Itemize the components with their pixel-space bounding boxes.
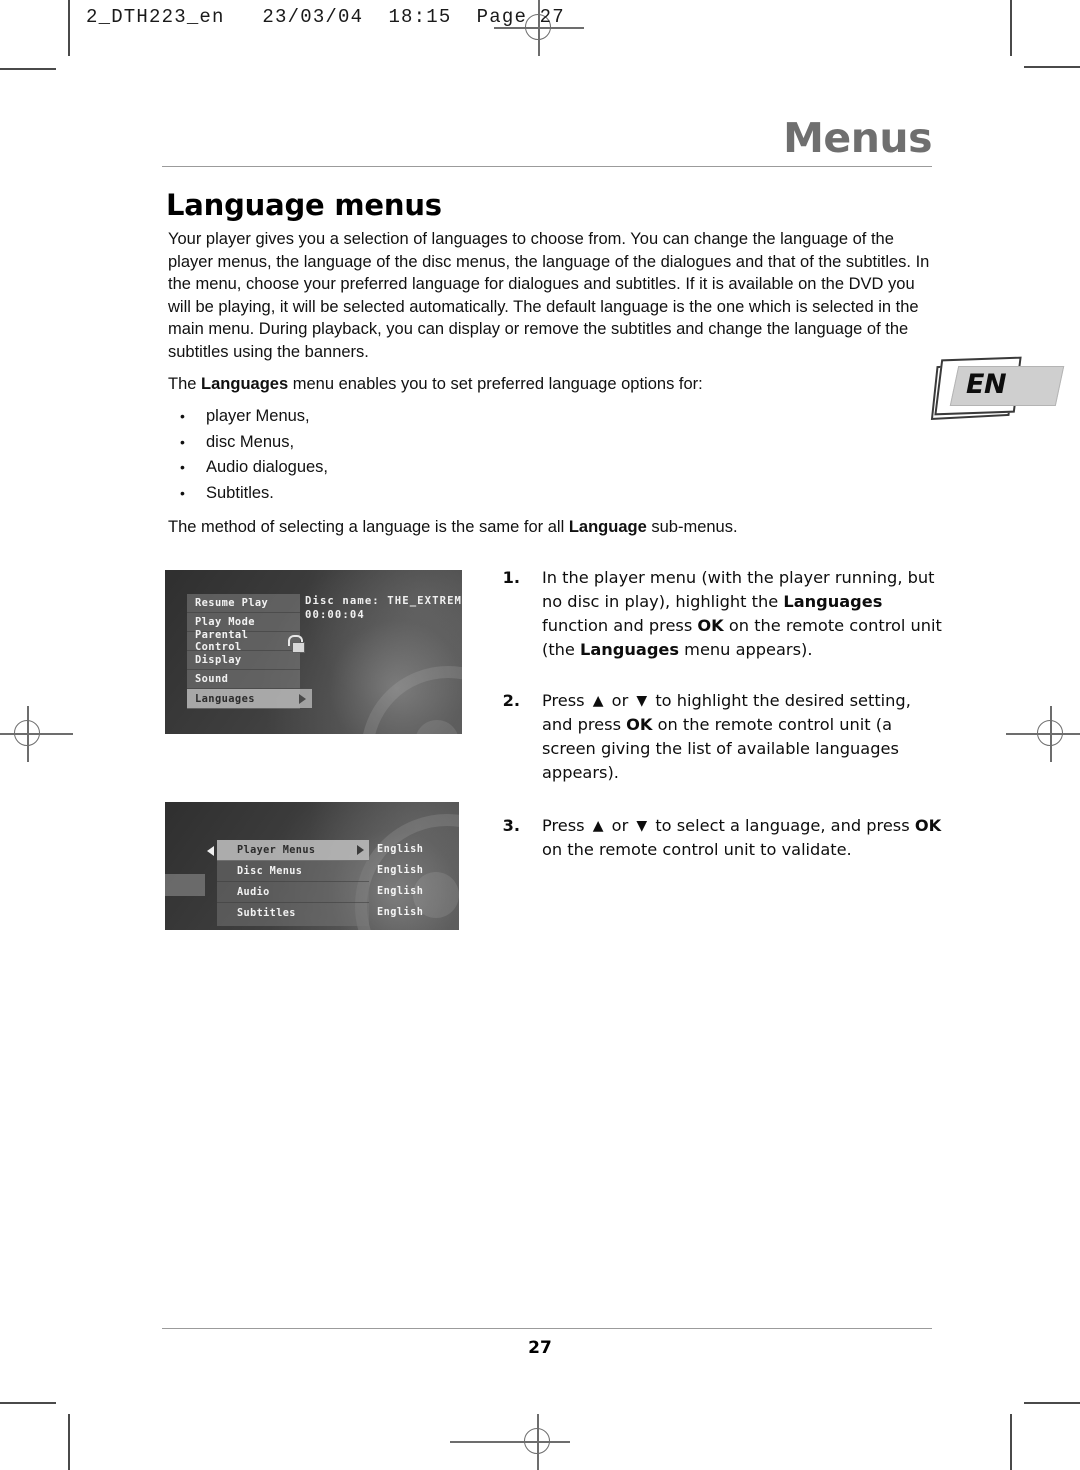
language-value-disc-menus: English — [377, 865, 424, 876]
page-number: 27 — [528, 1338, 552, 1358]
step-number: 2. — [502, 691, 520, 710]
language-row-subtitles[interactable]: Subtitles — [217, 903, 369, 924]
language-options-list: player Menus, disc Menus, Audio dialogue… — [168, 404, 936, 506]
lead-in-bold: Languages — [201, 374, 289, 393]
list-item: Audio dialogues, — [168, 455, 936, 481]
screenshot-languages-menu: Player Menus Disc Menus Audio Subtitles … — [165, 802, 459, 930]
lead-in-after: menu enables you to set preferred langua… — [288, 374, 703, 393]
chapter-title: Menus — [783, 114, 932, 162]
language-row-disc-menus[interactable]: Disc Menus — [217, 861, 369, 882]
method-note-bold: Language — [568, 518, 647, 537]
language-value-subtitles: English — [377, 907, 424, 918]
menu-item-label: Resume Play — [195, 597, 269, 609]
chevron-right-icon — [299, 693, 306, 704]
chevron-left-icon — [207, 846, 214, 856]
step-text: In the player menu (with the player runn… — [542, 568, 942, 659]
screenshot-player-menu: Disc name: THE_EXTREM 00:00:04 Resume Pl… — [165, 570, 462, 734]
footer-rule — [162, 1328, 932, 1329]
language-row-player-menus[interactable]: Player Menus — [217, 840, 369, 861]
list-item: disc Menus, — [168, 430, 936, 456]
step-number: 3. — [502, 816, 520, 835]
menu-item-sound[interactable]: Sound — [187, 670, 300, 689]
menu-item-display[interactable]: Display — [187, 651, 300, 670]
language-value-audio: English — [377, 886, 424, 897]
step-text: Press ▲ or ▼ to highlight the desired se… — [542, 691, 911, 782]
step-2: 2. Press ▲ or ▼ to highlight the desired… — [480, 689, 942, 785]
method-note-after: sub-menus. — [646, 518, 738, 537]
step-text: Press ▲ or ▼ to select a language, and p… — [542, 816, 942, 859]
menu-edge-nub — [165, 874, 205, 896]
language-row-label: Subtitles — [237, 908, 296, 919]
menu-item-parental-control[interactable]: Parental Control — [187, 629, 305, 653]
menu-item-label: Parental Control — [195, 629, 249, 653]
menu-item-label: Languages — [195, 692, 255, 705]
menu-item-label: Play Mode — [195, 616, 255, 628]
list-item: Subtitles. — [168, 481, 936, 507]
language-value-player-menus: English — [377, 844, 424, 855]
language-row-label: Audio — [237, 886, 270, 898]
chevron-right-icon — [357, 845, 364, 855]
body-column: Your player gives you a selection of lan… — [168, 228, 936, 550]
disc-time-code: 00:00:04 — [305, 609, 365, 621]
menu-item-resume-play[interactable]: Resume Play — [187, 594, 300, 613]
list-item: player Menus, — [168, 404, 936, 430]
language-row-label: Player Menus — [237, 844, 316, 856]
header-rule — [162, 166, 932, 167]
language-row-audio[interactable]: Audio — [217, 882, 369, 903]
languages-menu-panel: Player Menus Disc Menus Audio Subtitles — [217, 840, 369, 926]
language-row-label: Disc Menus — [237, 865, 303, 877]
menu-item-label: Sound — [195, 673, 229, 685]
intro-paragraph: Your player gives you a selection of lan… — [168, 230, 930, 361]
menu-item-label: Display — [195, 654, 242, 666]
disc-name-label: Disc name: THE_EXTREM — [305, 595, 462, 607]
method-note-paragraph: The method of selecting a language is th… — [168, 516, 936, 539]
player-menu-panel: Resume Play Play Mode Parental Control D… — [187, 594, 312, 709]
method-note-before: The method of selecting a language is th… — [168, 518, 569, 537]
lead-in-paragraph: The Languages menu enables you to set pr… — [168, 373, 936, 396]
step-3: 3. Press ▲ or ▼ to select a language, an… — [480, 814, 942, 862]
menu-item-languages[interactable]: Languages — [187, 689, 312, 708]
page-title: Language menus — [166, 188, 442, 222]
step-1: 1. In the player menu (with the player r… — [480, 566, 942, 662]
instruction-steps: 1. In the player menu (with the player r… — [480, 566, 942, 889]
language-badge-en: EN — [930, 352, 1065, 421]
lead-in-before: The — [168, 374, 202, 393]
step-number: 1. — [502, 568, 520, 587]
manual-page: Menus Language menus Your player gives y… — [0, 0, 1080, 1470]
lock-icon — [287, 635, 305, 653]
badge-label: EN — [966, 369, 1007, 400]
